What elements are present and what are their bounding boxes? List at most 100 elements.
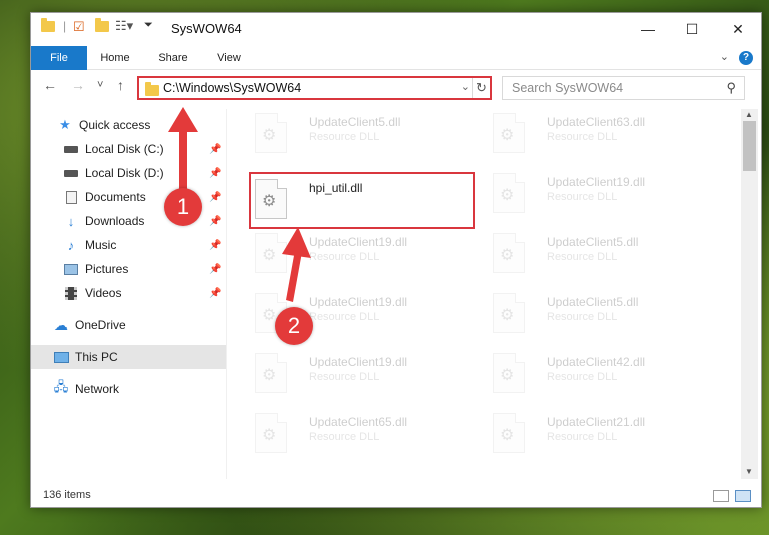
star-icon: ★ — [59, 117, 71, 132]
file-tile[interactable]: ⚙ UpdateClient19.dll Resource DLL — [475, 171, 675, 219]
item-count: 136 items — [43, 489, 91, 501]
sidebar-item-label: Music — [85, 238, 117, 252]
dll-file-icon: ⚙ — [493, 113, 525, 153]
dll-file-icon: ⚙ — [493, 353, 525, 393]
scroll-up-icon[interactable]: ▲ — [745, 110, 753, 119]
up-button[interactable]: ↑ — [117, 77, 124, 93]
sidebar-item-videos[interactable]: Videos 📌 — [31, 281, 226, 305]
sidebar-item-network[interactable]: 🖧 Network — [31, 377, 226, 401]
pictures-icon — [63, 262, 79, 276]
view-options-icon[interactable]: ☷▾ — [115, 18, 133, 34]
sidebar-item-label: Network — [75, 382, 120, 396]
properties-icon[interactable]: ☑ — [73, 19, 85, 35]
search-placeholder[interactable]: Search SysWOW64 — [512, 81, 623, 95]
minimize-button[interactable]: — — [625, 13, 671, 45]
file-tile[interactable]: ⚙ UpdateClient65.dll Resource DLL — [237, 411, 437, 459]
music-icon: ♪ — [67, 237, 75, 253]
vertical-scrollbar[interactable]: ▲ ▼ — [741, 109, 758, 479]
sidebar-item-local-disk-c[interactable]: Local Disk (C:) 📌 — [31, 137, 226, 161]
folder-icon — [145, 82, 159, 96]
sidebar-item-label: Pictures — [85, 262, 129, 276]
gear-icon: ⚙ — [500, 427, 515, 444]
search-icon[interactable]: ⚲ — [726, 80, 736, 96]
large-icons-view-icon[interactable] — [735, 490, 751, 502]
sidebar-item-pictures[interactable]: Pictures 📌 — [31, 257, 226, 281]
file-type: Resource DLL — [309, 311, 380, 323]
sidebar-item-local-disk-d[interactable]: Local Disk (D:) 📌 — [31, 161, 226, 185]
tab-share[interactable]: Share — [151, 46, 195, 70]
sidebar-item-label: This PC — [75, 350, 118, 364]
address-bar[interactable]: C:\Windows\SysWOW64 ⌄ ↻ — [137, 76, 492, 100]
file-name: UpdateClient42.dll — [547, 355, 646, 369]
expand-ribbon-icon[interactable]: ⌄ — [720, 50, 729, 63]
pin-icon[interactable]: 📌 — [209, 192, 221, 203]
sidebar-item-onedrive[interactable]: ☁ OneDrive — [31, 313, 226, 337]
file-tile[interactable]: ⚙ UpdateClient5.dll Resource DLL — [237, 111, 437, 159]
recent-locations-button[interactable]: ˅ — [97, 79, 103, 91]
chevron-down-icon[interactable]: ⌄ — [461, 80, 470, 93]
file-type: Resource DLL — [309, 131, 380, 143]
folder-icon — [41, 18, 55, 32]
download-icon: ↓ — [67, 213, 75, 229]
forward-button[interactable]: → — [71, 77, 85, 93]
documents-icon — [63, 190, 79, 204]
customize-toolbar-icon[interactable]: ⏷ — [144, 19, 153, 32]
explorer-window: | ☑ ☷▾ ⏷ SysWOW64 — ☐ ✕ File Home Share … — [30, 12, 762, 508]
scroll-down-icon[interactable]: ▼ — [745, 467, 753, 476]
file-tile[interactable]: ⚙ UpdateClient5.dll Resource DLL — [475, 291, 675, 339]
pin-icon[interactable]: 📌 — [209, 216, 221, 227]
pin-icon[interactable]: 📌 — [209, 144, 221, 155]
sidebar-item-this-pc[interactable]: This PC — [31, 345, 226, 369]
gear-icon: ⚙ — [500, 367, 515, 384]
pin-icon[interactable]: 📌 — [209, 264, 221, 275]
search-input[interactable]: Search SysWOW64 ⚲ — [502, 76, 745, 100]
gear-icon: ⚙ — [262, 307, 277, 324]
file-type: Resource DLL — [547, 131, 618, 143]
back-button[interactable]: ← — [43, 77, 57, 93]
tab-file[interactable]: File — [31, 46, 87, 70]
pin-icon[interactable]: 📌 — [209, 168, 221, 179]
tab-view[interactable]: View — [207, 46, 251, 70]
dll-file-icon: ⚙ — [493, 173, 525, 213]
sidebar-item-label: Local Disk (C:) — [85, 142, 164, 156]
file-tile[interactable]: ⚙ UpdateClient19.dll Resource DLL — [237, 291, 437, 339]
file-name: UpdateClient5.dll — [547, 295, 639, 309]
drive-icon — [63, 166, 79, 180]
file-tile[interactable]: ⚙ UpdateClient63.dll Resource DLL — [475, 111, 675, 159]
file-tile[interactable]: ⚙ UpdateClient19.dll Resource DLL — [237, 231, 437, 279]
details-view-icon[interactable] — [713, 490, 729, 502]
sidebar-item-music[interactable]: ♪ Music 📌 — [31, 233, 226, 257]
file-name: UpdateClient5.dll — [309, 115, 401, 129]
gear-icon: ⚙ — [262, 427, 277, 444]
file-tile[interactable]: ⚙ UpdateClient21.dll Resource DLL — [475, 411, 675, 459]
dll-file-icon: ⚙ — [255, 353, 287, 393]
file-type: Resource DLL — [309, 371, 380, 383]
pin-icon[interactable]: 📌 — [209, 240, 221, 251]
tab-home[interactable]: Home — [93, 46, 137, 70]
file-tile[interactable]: ⚙ UpdateClient42.dll Resource DLL — [475, 351, 675, 399]
address-path[interactable]: C:\Windows\SysWOW64 — [163, 81, 301, 95]
new-folder-icon[interactable] — [95, 18, 109, 32]
sidebar-item-label: Local Disk (D:) — [85, 166, 164, 180]
sidebar-item-label: Documents — [85, 190, 146, 204]
sidebar-item-label: OneDrive — [75, 318, 126, 332]
file-name: UpdateClient19.dll — [309, 355, 408, 369]
sidebar-item-label: Downloads — [85, 214, 145, 228]
title-bar: | ☑ ☷▾ ⏷ SysWOW64 — ☐ ✕ — [31, 13, 761, 46]
file-tile[interactable]: ⚙ UpdateClient5.dll Resource DLL — [475, 231, 675, 279]
dll-file-icon: ⚙ — [493, 293, 525, 333]
file-tile[interactable]: ⚙ UpdateClient19.dll Resource DLL — [237, 351, 437, 399]
maximize-button[interactable]: ☐ — [669, 13, 715, 45]
step-1-callout: 1 — [164, 188, 202, 226]
gear-icon: ⚙ — [262, 127, 277, 144]
refresh-icon[interactable]: ↻ — [472, 78, 490, 98]
close-button[interactable]: ✕ — [715, 13, 761, 45]
scroll-thumb[interactable] — [743, 121, 756, 171]
help-icon[interactable]: ? — [739, 51, 753, 65]
pin-icon[interactable]: 📌 — [209, 288, 221, 299]
file-name: UpdateClient19.dll — [309, 235, 408, 249]
file-name: UpdateClient19.dll — [309, 295, 408, 309]
sidebar-item-quick-access[interactable]: ★ Quick access — [31, 113, 226, 137]
computer-icon — [53, 350, 69, 364]
gear-icon: ⚙ — [262, 367, 277, 384]
